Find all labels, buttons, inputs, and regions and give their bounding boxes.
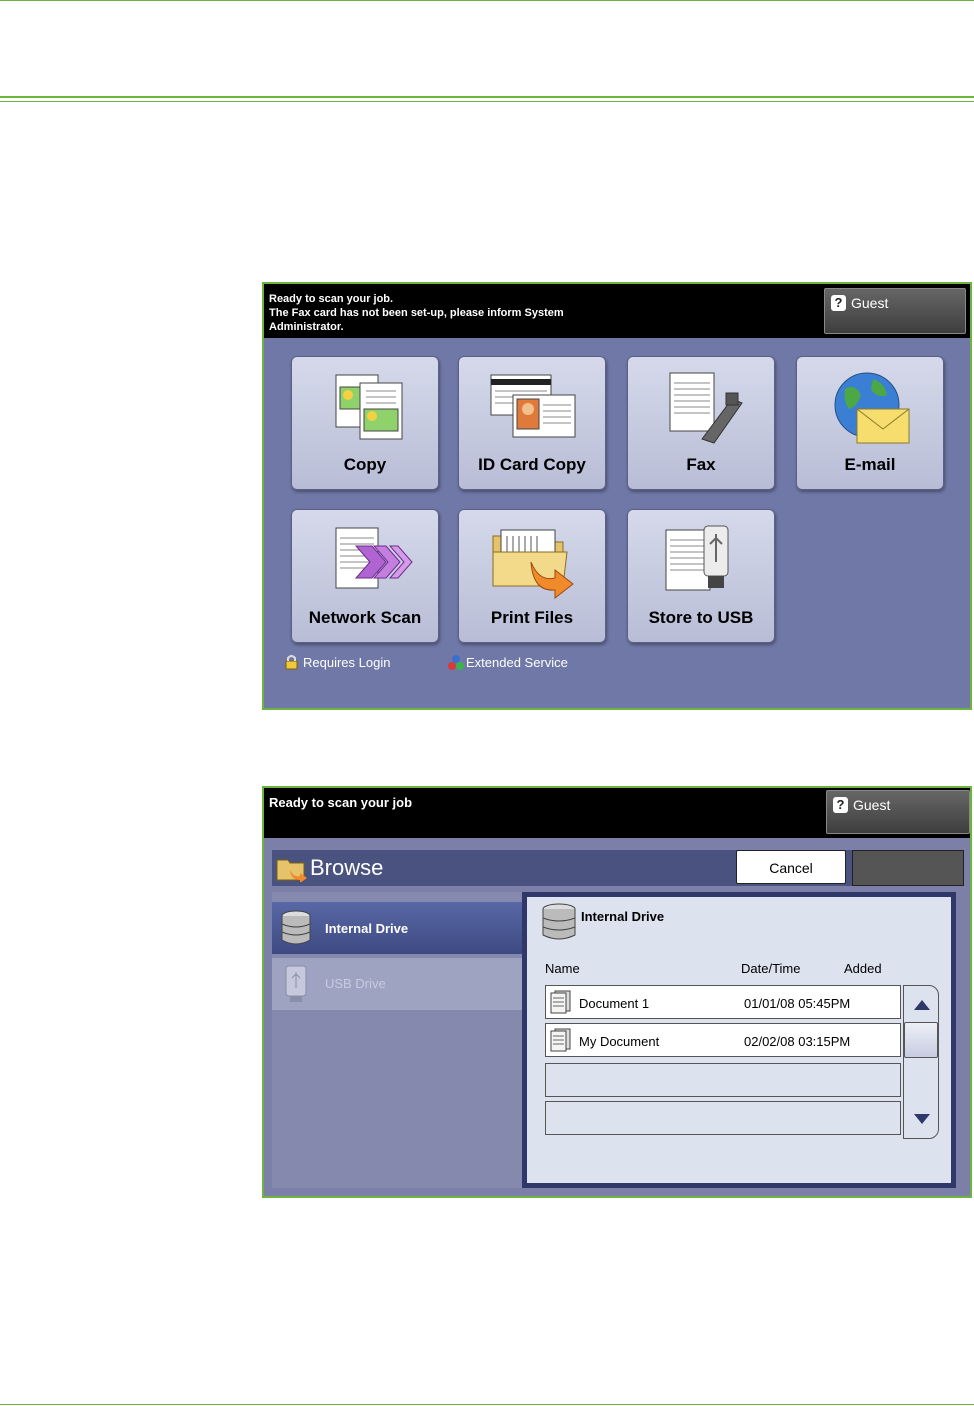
bottom-rule [0, 1404, 974, 1405]
copy-tile[interactable]: Copy [291, 356, 439, 490]
drive-label: USB Drive [325, 976, 386, 991]
document-icon [550, 990, 572, 1017]
header-rule-2 [0, 101, 974, 102]
network-scan-tile[interactable]: Network Scan [291, 509, 439, 643]
store-usb-icon [665, 525, 729, 591]
email-icon [834, 372, 910, 444]
column-header-added: Added [844, 961, 882, 976]
copy-icon [335, 374, 403, 440]
file-row[interactable]: Document 1 01/01/08 05:45PM [545, 985, 901, 1019]
browse-title: Browse [310, 855, 384, 880]
status-bar: Ready to scan your job. The Fax card has… [264, 284, 970, 338]
file-pane-inner: Internal Drive Name Date/Time Added Docu… [527, 897, 951, 1183]
status-line: The Fax card has not been set-up, please… [269, 307, 564, 319]
status-message: Ready to scan your job. The Fax card has… [269, 292, 564, 334]
cancel-button[interactable]: Cancel [736, 850, 846, 884]
guest-button[interactable]: ? Guest [826, 790, 970, 834]
drive-list: Internal Drive USB Drive [272, 892, 524, 1188]
file-row[interactable]: My Document 02/02/08 03:15PM [545, 1023, 901, 1057]
drive-item-usb[interactable]: USB Drive [272, 958, 524, 1010]
guest-label: Guest [851, 295, 889, 311]
usb-drive-icon [284, 964, 310, 1007]
confirm-button[interactable] [852, 850, 964, 886]
fax-tile[interactable]: Fax [627, 356, 775, 490]
database-icon [541, 903, 577, 948]
extended-service-legend: Extended Service [447, 654, 568, 670]
file-pane: Internal Drive Name Date/Time Added Docu… [522, 892, 956, 1188]
id-card-icon [490, 374, 576, 438]
column-header-name: Name [545, 961, 580, 976]
file-row-empty [545, 1101, 901, 1135]
tile-label: Network Scan [308, 608, 422, 627]
tile-label: E-mail [844, 455, 896, 474]
scrollbar[interactable] [903, 985, 939, 1139]
extended-service-icon [447, 654, 464, 670]
guest-label: Guest [853, 797, 891, 813]
database-icon [280, 910, 312, 949]
status-line: Administrator. [269, 321, 344, 333]
network-scan-icon [335, 527, 413, 589]
folder-icon [276, 856, 308, 887]
status-bar: Ready to scan your job ? Guest [264, 788, 970, 838]
drive-label: Internal Drive [325, 921, 409, 936]
store-to-usb-tile[interactable]: Store to USB [627, 509, 775, 643]
column-header-datetime: Date/Time [741, 961, 801, 976]
requires-login-legend: Requires Login [284, 654, 390, 670]
help-icon: ? [833, 797, 848, 813]
top-rule [0, 0, 974, 1]
print-files-tile[interactable]: Print Files [458, 509, 606, 643]
file-name: Document 1 [579, 996, 650, 1011]
guest-button[interactable]: ? Guest [824, 288, 966, 334]
tile-label: Store to USB [648, 608, 754, 627]
print-files-icon [492, 529, 574, 600]
file-name: My Document [579, 1034, 660, 1049]
file-datetime: 01/01/08 05:45PM [744, 996, 851, 1011]
scroll-thumb[interactable] [904, 1022, 938, 1058]
file-datetime: 02/02/08 03:15PM [744, 1034, 851, 1049]
help-icon: ? [831, 295, 846, 311]
fax-icon [669, 372, 743, 444]
tile-label: Fax [686, 455, 716, 474]
header-rule [0, 96, 974, 98]
lock-icon [284, 654, 300, 670]
tile-label: Print Files [490, 608, 574, 627]
legend-label: Requires Login [303, 655, 391, 670]
drive-item-internal[interactable]: Internal Drive [272, 902, 524, 954]
scroll-up-icon[interactable] [912, 998, 932, 1017]
browse-header: Browse Cancel [272, 850, 964, 886]
file-row-empty [545, 1063, 901, 1097]
tile-label: ID Card Copy [478, 455, 586, 474]
document-icon [550, 1028, 572, 1055]
file-pane-title: Internal Drive [581, 909, 665, 924]
home-screen-panel: Ready to scan your job. The Fax card has… [262, 282, 972, 710]
tile-label: Copy [343, 455, 387, 474]
legend-label: Extended Service [466, 655, 568, 670]
browse-screen-panel: Ready to scan your job ? Guest Browse Ca… [262, 786, 972, 1198]
status-message: Ready to scan your job [269, 795, 413, 810]
id-card-copy-tile[interactable]: ID Card Copy [458, 356, 606, 490]
email-tile[interactable]: E-mail [796, 356, 944, 490]
scroll-down-icon[interactable] [912, 1112, 932, 1131]
status-line: Ready to scan your job. [269, 293, 394, 305]
